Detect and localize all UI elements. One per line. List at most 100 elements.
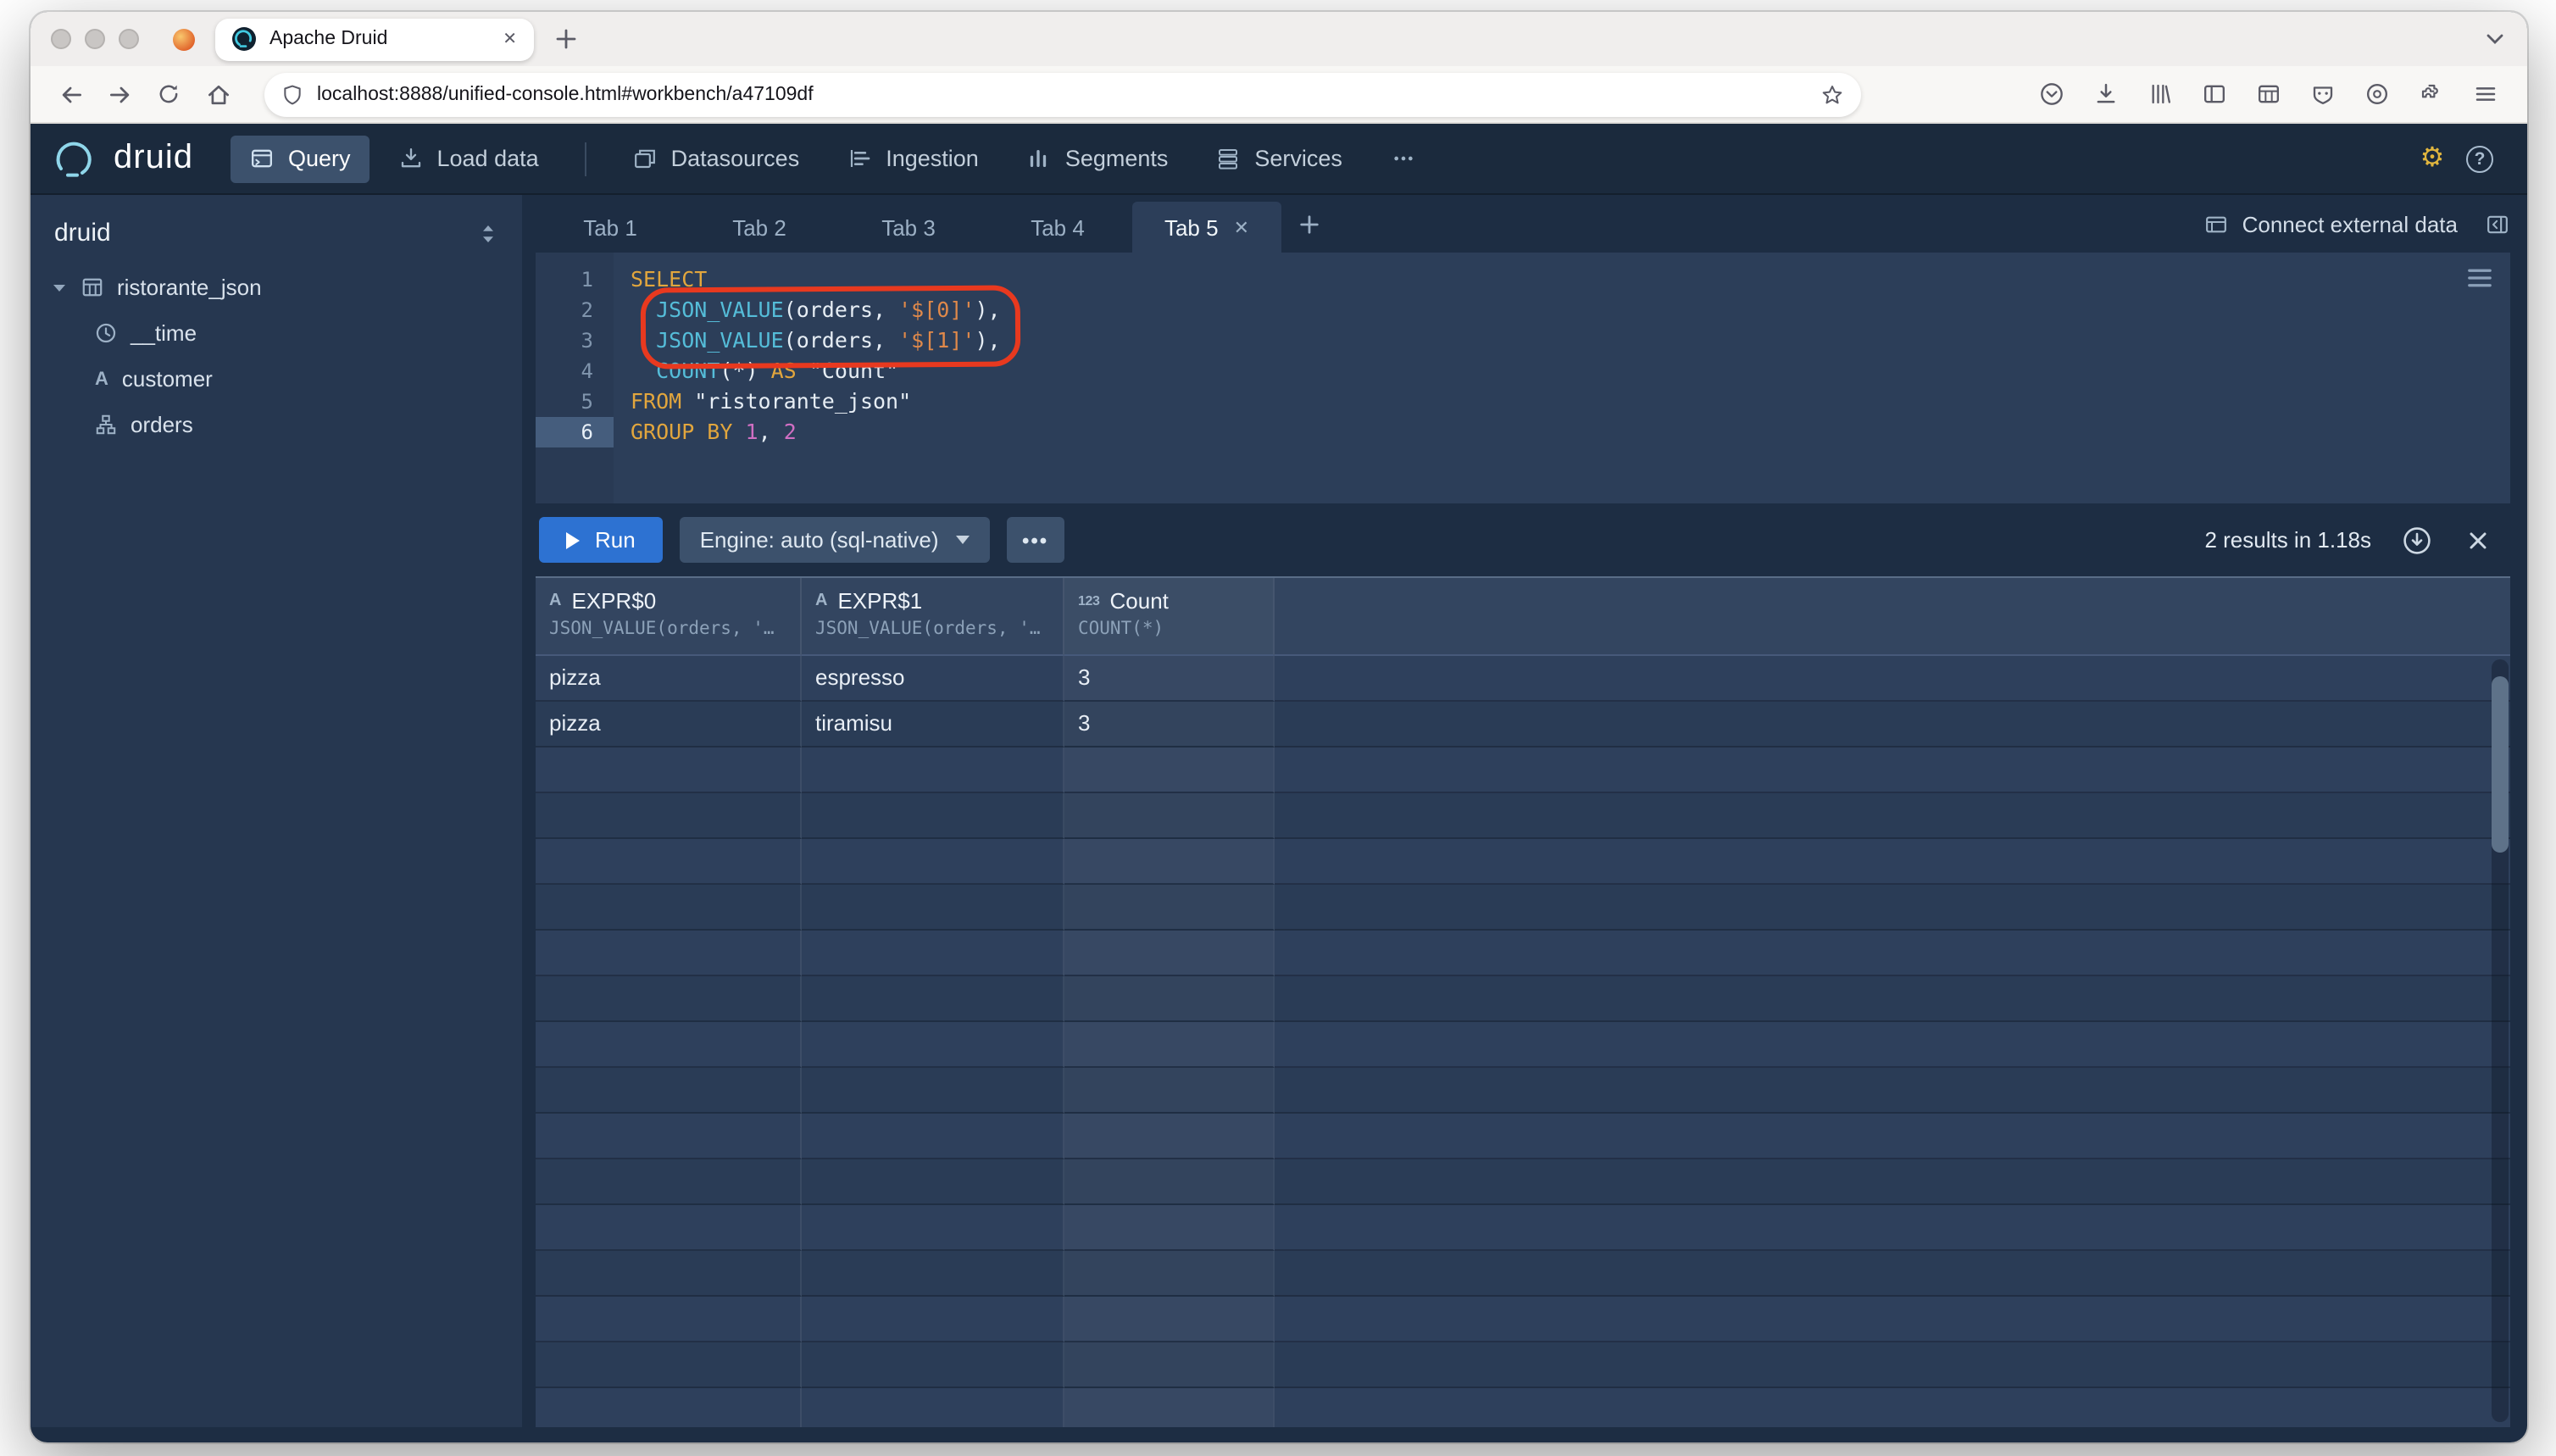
result-cell[interactable]: espresso [802, 656, 1064, 702]
result-cell[interactable]: tiramisu [802, 702, 1064, 747]
double-caret-sort-icon[interactable] [478, 221, 498, 245]
toggle-right-panel-button[interactable] [2485, 211, 2510, 236]
traffic-light-close[interactable] [51, 29, 71, 49]
settings-gear-button[interactable]: ⚙ [2409, 135, 2456, 182]
save-to-pocket-button[interactable] [2032, 73, 2070, 115]
column-name: EXPR$1 [837, 588, 923, 614]
result-cell [1275, 1342, 2510, 1388]
list-tabs-chevron-icon[interactable] [2483, 27, 2507, 51]
more-options-button[interactable]: ••• [1006, 517, 1064, 563]
result-cell [536, 839, 802, 885]
home-button[interactable] [195, 73, 241, 115]
close-results-button[interactable] [2466, 528, 2490, 552]
brand[interactable]: druid [54, 138, 193, 179]
string-type-icon: A [549, 592, 562, 610]
tree-item-label: __time [131, 320, 197, 346]
segments-icon [1026, 146, 1052, 171]
workbench-tabbar-tabs: Tab 1 Tab 2 Tab 3 Tab 4 Tab 5 ✕ [536, 195, 1281, 253]
workbench-tab[interactable]: Tab 3 [834, 202, 983, 253]
workbench-tab-label: Tab 2 [732, 214, 786, 240]
add-tab-button[interactable] [1298, 213, 1320, 235]
firefox-profile-icon[interactable] [173, 28, 195, 50]
results-header: A EXPR$0 JSON_VALUE(orders, '… A EXPR$1 … [536, 578, 2510, 656]
result-cell [1064, 839, 1275, 885]
tree-item-label: customer [121, 366, 213, 392]
column-expression: JSON_VALUE(orders, '… [549, 619, 775, 639]
line-number: 5 [581, 390, 593, 414]
forward-button[interactable] [97, 73, 142, 115]
caret-down-icon[interactable] [51, 279, 68, 296]
result-cell [1275, 1022, 2510, 1068]
tracking-protection-shield-icon[interactable] [281, 82, 303, 106]
library-button[interactable] [2141, 73, 2178, 115]
close-tab-icon[interactable]: ✕ [503, 30, 517, 48]
result-cell[interactable]: pizza [536, 656, 802, 702]
line-number: 4 [581, 359, 593, 383]
new-tab-button[interactable] [554, 27, 578, 51]
result-cell[interactable]: pizza [536, 702, 802, 747]
connect-external-data-button[interactable]: Connect external data [2203, 211, 2458, 236]
panels-grid-button[interactable] [2249, 73, 2287, 115]
nav-more-button[interactable] [1371, 135, 1436, 182]
nav-load-data-button[interactable]: Load data [380, 135, 558, 182]
result-cell [1064, 1022, 1275, 1068]
string-type-icon: A [815, 592, 828, 610]
workbench-tab[interactable]: Tab 1 [536, 202, 685, 253]
help-icon: ? [2466, 145, 2493, 172]
result-cell[interactable]: 3 [1064, 656, 1275, 702]
empty-row [536, 1251, 2510, 1297]
column-header-expr0[interactable]: A EXPR$0 JSON_VALUE(orders, '… [536, 578, 802, 656]
editor-code[interactable]: SELECT JSON_VALUE(orders, '$[0]'), JSON_… [614, 253, 2510, 503]
empty-row [536, 1205, 2510, 1251]
result-row[interactable]: pizza espresso 3 [536, 656, 2510, 702]
result-cell [536, 931, 802, 976]
gear-icon: ⚙ [2420, 143, 2445, 172]
url-text[interactable]: localhost:8888/unified-console.html#work… [317, 84, 1807, 104]
tree-item-time-column[interactable]: __time [31, 310, 522, 356]
back-button[interactable] [47, 73, 93, 115]
download-results-button[interactable] [2402, 525, 2432, 555]
column-header-count[interactable]: 123 Count COUNT(*) [1064, 578, 1275, 656]
result-cell [1064, 931, 1275, 976]
traffic-light-zoom[interactable] [119, 29, 139, 49]
traffic-light-minimize[interactable] [85, 29, 105, 49]
column-header-expr1[interactable]: A EXPR$1 JSON_VALUE(orders, '… [802, 578, 1064, 656]
result-cell [1064, 1068, 1275, 1114]
engine-select[interactable]: Engine: auto (sql-native) [679, 517, 990, 563]
tree-item-customer-column[interactable]: A customer [31, 356, 522, 402]
run-button[interactable]: Run [539, 517, 663, 563]
result-cell[interactable]: 3 [1064, 702, 1275, 747]
menu-button[interactable] [2466, 73, 2503, 115]
workbench-tab[interactable]: Tab 2 [685, 202, 834, 253]
help-button[interactable]: ? [2456, 135, 2503, 182]
scrollbar-thumb[interactable] [2492, 676, 2509, 853]
extensions-button[interactable] [2412, 73, 2449, 115]
nav-ingestion-button[interactable]: Ingestion [828, 135, 997, 182]
result-cell [1275, 702, 2510, 747]
bookmark-star-icon[interactable] [1820, 82, 1844, 106]
result-cell [1064, 1388, 1275, 1427]
editor-menu-icon[interactable] [2466, 266, 2493, 290]
sidebars-button[interactable] [2195, 73, 2232, 115]
schema-selector[interactable]: druid [31, 212, 522, 264]
sql-editor[interactable]: 1 2 3 4 5 6 SELECT JSON_VALUE(orders, '$[0]')… [536, 253, 2510, 503]
workbench-tab[interactable]: Tab 5 ✕ [1132, 202, 1281, 253]
engine-label: Engine: auto (sql-native) [699, 527, 939, 553]
browser-tab[interactable]: Apache Druid ✕ [215, 18, 534, 60]
nav-query-button[interactable]: Query [230, 135, 370, 182]
nav-services-button[interactable]: Services [1197, 135, 1361, 182]
close-tab-icon[interactable]: ✕ [1234, 216, 1249, 238]
nav-datasources-button[interactable]: Datasources [614, 135, 819, 182]
downloads-button[interactable] [2086, 73, 2124, 115]
result-cell [1275, 747, 2510, 793]
tree-item-datasource[interactable]: ristorante_json [31, 264, 522, 310]
brand-name: druid [114, 139, 193, 176]
url-bar[interactable]: localhost:8888/unified-console.html#work… [264, 72, 1861, 116]
workbench-tab[interactable]: Tab 4 [983, 202, 1132, 253]
tree-item-orders-column[interactable]: orders [31, 402, 522, 447]
reload-button[interactable] [146, 73, 192, 115]
result-row[interactable]: pizza tiramisu 3 [536, 702, 2510, 747]
permissions-button[interactable] [2358, 73, 2395, 115]
privacy-mask-button[interactable] [2303, 73, 2341, 115]
nav-segments-button[interactable]: Segments [1008, 135, 1187, 182]
